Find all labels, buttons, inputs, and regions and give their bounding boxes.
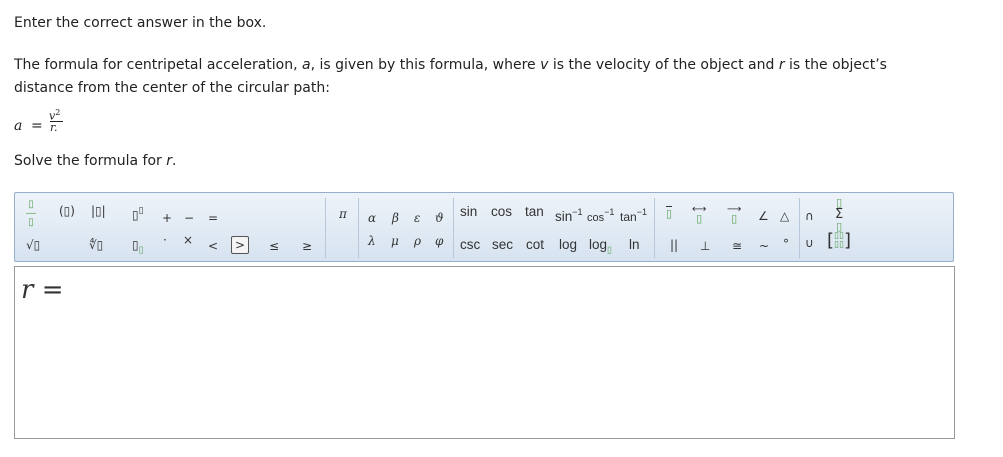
log-button[interactable]: log: [559, 237, 577, 253]
summation-button[interactable]: ▯ Σ ▯: [835, 197, 843, 232]
toolbar-divider: [453, 198, 454, 258]
sec-button[interactable]: sec: [492, 237, 513, 253]
degree-button[interactable]: °: [783, 236, 789, 252]
overline-button[interactable]: ▯: [666, 205, 673, 221]
absolute-value-button[interactable]: |▯|: [91, 203, 106, 219]
minus-button[interactable]: −: [184, 210, 194, 226]
rho-button[interactable]: ρ: [414, 233, 421, 249]
alpha-button[interactable]: α: [368, 210, 376, 226]
parallel-button[interactable]: ||: [670, 237, 678, 253]
cos-button[interactable]: cos: [491, 204, 512, 220]
arctan-button[interactable]: tan−1: [620, 204, 647, 225]
nth-root-button[interactable]: ∜▯: [89, 237, 103, 253]
angle-button[interactable]: ∠: [758, 208, 769, 224]
congruent-button[interactable]: ≅: [732, 238, 742, 254]
epsilon-button[interactable]: ε: [414, 210, 420, 226]
solve-instruction: Solve the formula for r.: [14, 153, 177, 169]
toolbar-divider: [325, 198, 326, 258]
equals-button[interactable]: =: [208, 210, 218, 226]
toolbar-divider: [654, 198, 655, 258]
tan-button[interactable]: tan: [525, 204, 544, 220]
arccos-button[interactable]: cos−1: [587, 204, 614, 226]
phi-button[interactable]: φ: [435, 233, 443, 249]
fraction-button[interactable]: ▯ ― ▯: [26, 200, 36, 228]
sin-button[interactable]: sin: [460, 204, 477, 220]
log-base-button[interactable]: log▯: [589, 237, 612, 258]
greater-than-button[interactable]: >: [231, 236, 250, 254]
question-paragraph: The formula for centripetal acceleration…: [14, 57, 887, 96]
intersection-button[interactable]: ∩: [805, 208, 814, 224]
answer-label: r =: [21, 275, 64, 305]
square-root-button[interactable]: √▯: [26, 237, 40, 253]
times-button[interactable]: ×: [183, 232, 193, 248]
beta-button[interactable]: β: [392, 210, 399, 226]
matrix-button[interactable]: [▯▯ ▯▯]: [827, 231, 851, 251]
line-button[interactable]: ⟷ ▯: [692, 205, 706, 225]
mu-button[interactable]: μ: [391, 233, 399, 249]
less-equal-button[interactable]: ≤: [269, 238, 279, 254]
ray-button[interactable]: ⟶ ▯: [727, 205, 741, 225]
answer-box[interactable]: r =: [14, 266, 955, 439]
perpendicular-button[interactable]: ⊥: [700, 238, 710, 254]
greater-equal-button[interactable]: ≥: [302, 238, 312, 254]
theta-button[interactable]: ϑ: [435, 210, 444, 226]
power-button[interactable]: ▯▯: [132, 203, 144, 223]
csc-button[interactable]: csc: [460, 237, 480, 253]
pi-button[interactable]: π: [339, 206, 347, 222]
parentheses-button[interactable]: (▯): [59, 203, 75, 219]
subscript-button[interactable]: ▯▯: [132, 237, 144, 258]
plus-button[interactable]: +: [162, 210, 172, 226]
answer-input[interactable]: [87, 273, 941, 435]
dot-button[interactable]: ·: [163, 232, 167, 248]
instruction-text: Enter the correct answer in the box.: [14, 15, 267, 31]
similar-button[interactable]: ~: [759, 238, 769, 254]
ln-button[interactable]: ln: [629, 237, 640, 253]
toolbar-divider: [358, 198, 359, 258]
math-toolbar: ▯ ― ▯ (▯) |▯| ▯▯ √▯ ∜▯ ▯▯ + − = · × < > ≤ …: [14, 192, 954, 262]
arcsin-button[interactable]: sin−1: [555, 204, 583, 225]
lambda-button[interactable]: λ: [368, 233, 376, 249]
triangle-button[interactable]: △: [780, 208, 789, 224]
union-button[interactable]: ∪: [805, 235, 814, 251]
cot-button[interactable]: cot: [526, 237, 544, 253]
less-than-button[interactable]: <: [208, 238, 218, 254]
toolbar-divider: [799, 198, 800, 258]
